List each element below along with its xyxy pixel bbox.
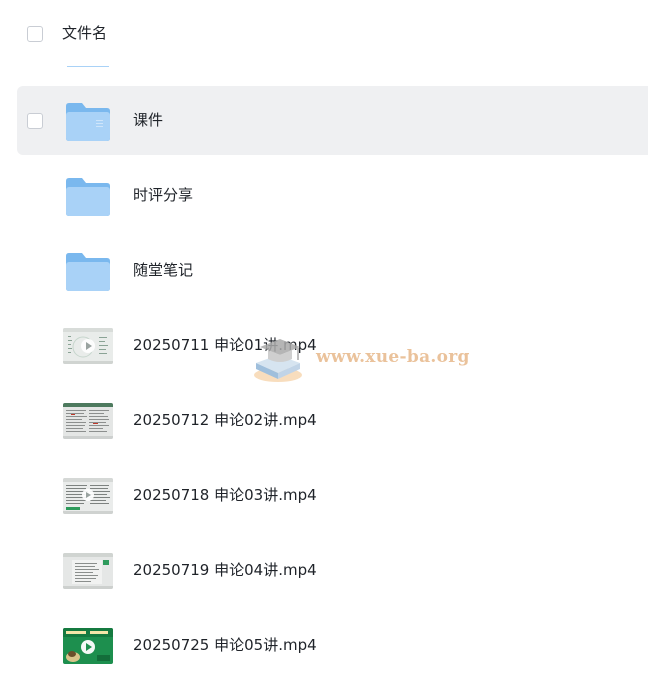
- file-name[interactable]: 20250725 申论05讲.mp4: [133, 634, 317, 656]
- video-thumbnail: [63, 328, 113, 364]
- file-row-folder[interactable]: 时评分享: [17, 161, 648, 230]
- folder-icon: [63, 100, 113, 142]
- row-checkbox[interactable]: [27, 113, 43, 129]
- column-header-filename[interactable]: 文件名: [62, 22, 107, 44]
- file-name[interactable]: 20250718 申论03讲.mp4: [133, 484, 317, 506]
- file-name[interactable]: 20250719 申论04讲.mp4: [133, 559, 317, 581]
- folder-icon: [63, 175, 113, 217]
- file-row-folder[interactable]: 随堂笔记: [17, 236, 648, 305]
- file-list-header: 文件名: [0, 0, 648, 66]
- watermark: www.xue-ba.org: [250, 333, 470, 388]
- file-row-video[interactable]: 20250712 申论02讲.mp4: [17, 386, 648, 455]
- watermark-text: www.xue-ba.org: [316, 347, 470, 367]
- folder-icon: [63, 250, 113, 292]
- video-thumbnail: [63, 478, 113, 514]
- file-name[interactable]: 20250712 申论02讲.mp4: [133, 409, 317, 431]
- file-row-video[interactable]: 20250719 申论04讲.mp4: [17, 536, 648, 605]
- watermark-logo-icon: [254, 339, 302, 382]
- file-name[interactable]: 课件: [133, 109, 163, 131]
- file-row-video[interactable]: 20250718 申论03讲.mp4: [17, 461, 648, 530]
- file-row-folder[interactable]: 课件: [17, 86, 648, 155]
- select-all-checkbox[interactable]: [27, 26, 43, 42]
- video-thumbnail: [63, 553, 113, 589]
- video-thumbnail: [63, 403, 113, 439]
- file-name[interactable]: 时评分享: [133, 184, 193, 206]
- file-row-video[interactable]: 20250725 申论05讲.mp4: [17, 611, 648, 680]
- file-name[interactable]: 随堂笔记: [133, 259, 193, 281]
- video-thumbnail: [63, 628, 113, 664]
